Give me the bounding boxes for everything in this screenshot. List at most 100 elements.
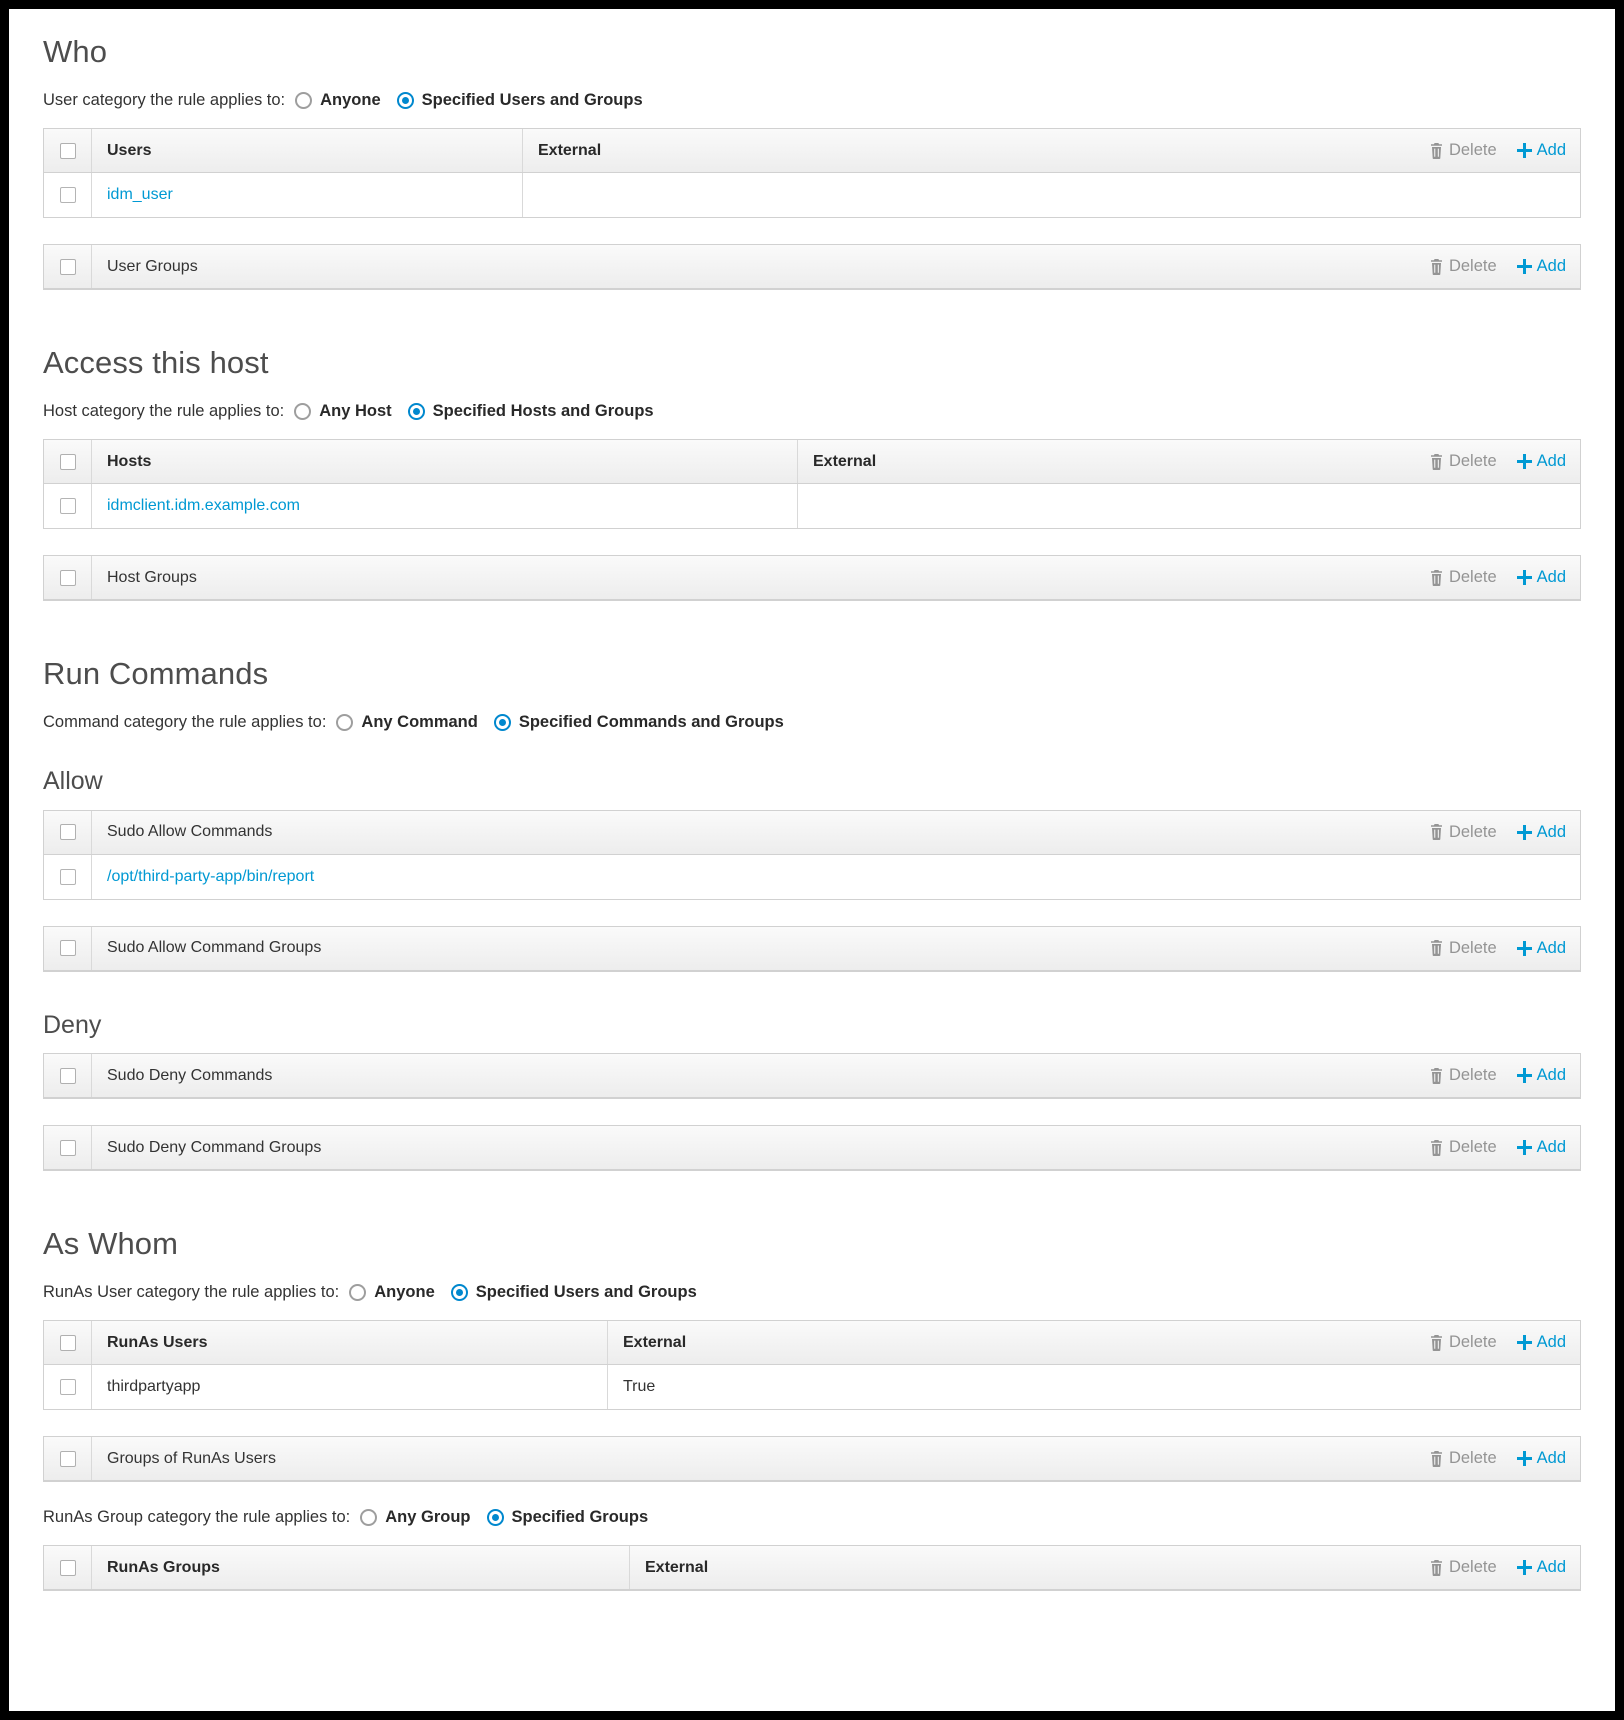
add-button[interactable]: Add <box>1516 568 1566 587</box>
delete-button[interactable]: Delete <box>1429 1333 1497 1352</box>
delete-button[interactable]: Delete <box>1429 1138 1497 1157</box>
delete-button[interactable]: Delete <box>1429 1449 1497 1468</box>
add-label: Add <box>1536 822 1566 841</box>
checkbox-icon[interactable] <box>59 258 76 275</box>
plus-icon <box>1516 1140 1532 1156</box>
delete-button[interactable]: Delete <box>1429 1558 1497 1577</box>
radio-runas-user-category-specified[interactable]: Specified Users and Groups <box>450 1283 697 1302</box>
add-button[interactable]: Add <box>1516 1138 1566 1157</box>
delete-button[interactable]: Delete <box>1429 141 1497 160</box>
select-all-cell[interactable] <box>44 926 92 970</box>
add-button[interactable]: Add <box>1516 257 1566 276</box>
radio-command-category-specified[interactable]: Specified Commands and Groups <box>493 713 784 732</box>
select-all-cell[interactable] <box>44 1546 92 1590</box>
add-button[interactable]: Add <box>1516 1333 1566 1352</box>
runas-group-category-prompt: RunAs Group category the rule applies to… <box>43 1508 351 1527</box>
delete-label: Delete <box>1448 1138 1497 1157</box>
checkbox-icon[interactable] <box>59 498 76 515</box>
table-row[interactable]: idmclient.idm.example.com <box>44 484 1580 529</box>
trash-icon <box>1429 940 1444 957</box>
row-select-cell[interactable] <box>44 1365 92 1410</box>
select-all-cell[interactable] <box>44 1437 92 1481</box>
row-select-cell[interactable] <box>44 173 92 218</box>
checkbox-icon[interactable] <box>59 569 76 586</box>
select-all-cell[interactable] <box>44 556 92 600</box>
delete-button[interactable]: Delete <box>1429 1066 1497 1085</box>
delete-button[interactable]: Delete <box>1429 823 1497 842</box>
add-button[interactable]: Add <box>1516 141 1566 160</box>
radio-host-category-specified[interactable]: Specified Hosts and Groups <box>407 402 654 421</box>
add-button[interactable]: Add <box>1516 452 1566 471</box>
row-select-cell[interactable] <box>44 484 92 529</box>
checkbox-icon[interactable] <box>59 1559 76 1576</box>
table-actions: Delete Add <box>1429 440 1580 483</box>
radio-circle-selected-icon <box>493 714 511 732</box>
column-header-sudo-deny-commands: Sudo Deny Commands <box>107 1066 273 1084</box>
plus-icon <box>1516 1560 1532 1576</box>
radio-runas-user-category-anyone[interactable]: Anyone <box>349 1283 435 1302</box>
add-button[interactable]: Add <box>1516 939 1566 958</box>
plus-icon <box>1516 259 1532 275</box>
command-link[interactable]: /opt/third-party-app/bin/report <box>107 868 314 886</box>
select-all-cell[interactable] <box>44 810 92 854</box>
checkbox-icon[interactable] <box>59 142 76 159</box>
checkbox-icon[interactable] <box>59 1379 76 1396</box>
table-row[interactable]: thirdpartyapp True <box>44 1365 1580 1410</box>
add-label: Add <box>1536 1138 1566 1157</box>
select-all-cell[interactable] <box>44 129 92 173</box>
table-row[interactable]: idm_user <box>44 173 1580 218</box>
checkbox-icon[interactable] <box>59 868 76 885</box>
add-button[interactable]: Add <box>1516 822 1566 842</box>
add-button[interactable]: Add <box>1516 1558 1566 1577</box>
checkbox-icon[interactable] <box>59 1334 76 1351</box>
delete-button[interactable]: Delete <box>1429 939 1497 958</box>
radio-circle-selected-icon <box>407 403 425 421</box>
host-link[interactable]: idmclient.idm.example.com <box>107 497 300 515</box>
radio-command-category-any[interactable]: Any Command <box>336 713 478 732</box>
add-button[interactable]: Add <box>1516 1449 1566 1468</box>
table-header-row: RunAs Users External Delete Add <box>44 1321 1580 1366</box>
hosts-table: Hosts External Delete Add idmclient.idm.… <box>43 439 1581 530</box>
checkbox-icon[interactable] <box>59 940 76 957</box>
checkbox-icon[interactable] <box>59 824 76 841</box>
command-category-prompt: Command category the rule applies to: <box>43 713 327 732</box>
checkbox-icon[interactable] <box>59 1450 76 1467</box>
delete-button[interactable]: Delete <box>1429 257 1497 276</box>
radio-host-category-any[interactable]: Any Host <box>294 402 392 421</box>
delete-button[interactable]: Delete <box>1429 452 1497 471</box>
select-all-cell[interactable] <box>44 1054 92 1098</box>
checkbox-icon[interactable] <box>59 1139 76 1156</box>
plus-icon <box>1516 940 1532 956</box>
radio-runas-group-category-specified[interactable]: Specified Groups <box>486 1508 648 1527</box>
sudo-deny-command-groups-table: Sudo Deny Command Groups Delete Add <box>43 1125 1581 1172</box>
plus-icon <box>1516 1335 1532 1351</box>
checkbox-icon[interactable] <box>59 187 76 204</box>
column-header-groups-of-runas-users: Groups of RunAs Users <box>107 1449 276 1467</box>
table-actions: Delete Add <box>1429 1054 1580 1097</box>
checkbox-icon[interactable] <box>59 1067 76 1084</box>
select-all-cell[interactable] <box>44 1321 92 1365</box>
select-all-cell[interactable] <box>44 440 92 484</box>
cell-command-name: /opt/third-party-app/bin/report <box>92 855 1580 899</box>
table-header-row: RunAs Groups External Delete Add <box>44 1546 1580 1591</box>
checkbox-icon[interactable] <box>59 453 76 470</box>
trash-icon <box>1429 258 1444 275</box>
radio-runas-group-category-any[interactable]: Any Group <box>360 1508 471 1527</box>
user-link[interactable]: idm_user <box>107 186 173 204</box>
delete-button[interactable]: Delete <box>1429 568 1497 587</box>
row-select-cell[interactable] <box>44 854 92 899</box>
select-all-cell[interactable] <box>44 1126 92 1170</box>
section-who: Who User category the rule applies to: A… <box>43 34 1581 291</box>
radio-user-category-anyone[interactable]: Anyone <box>295 91 381 110</box>
column-header-external: External <box>522 129 1429 173</box>
trash-icon <box>1429 453 1444 470</box>
column-header-sudo-deny-command-groups: Sudo Deny Command Groups <box>107 1138 322 1156</box>
add-button[interactable]: Add <box>1516 1066 1566 1085</box>
table-row[interactable]: /opt/third-party-app/bin/report <box>44 854 1580 899</box>
radio-user-category-specified[interactable]: Specified Users and Groups <box>396 91 643 110</box>
select-all-cell[interactable] <box>44 245 92 289</box>
add-label: Add <box>1536 1558 1566 1577</box>
radio-circle-selected-icon <box>450 1284 468 1302</box>
radio-circle-icon <box>295 92 313 110</box>
section-access-this-host: Access this host Host category the rule … <box>43 345 1581 602</box>
